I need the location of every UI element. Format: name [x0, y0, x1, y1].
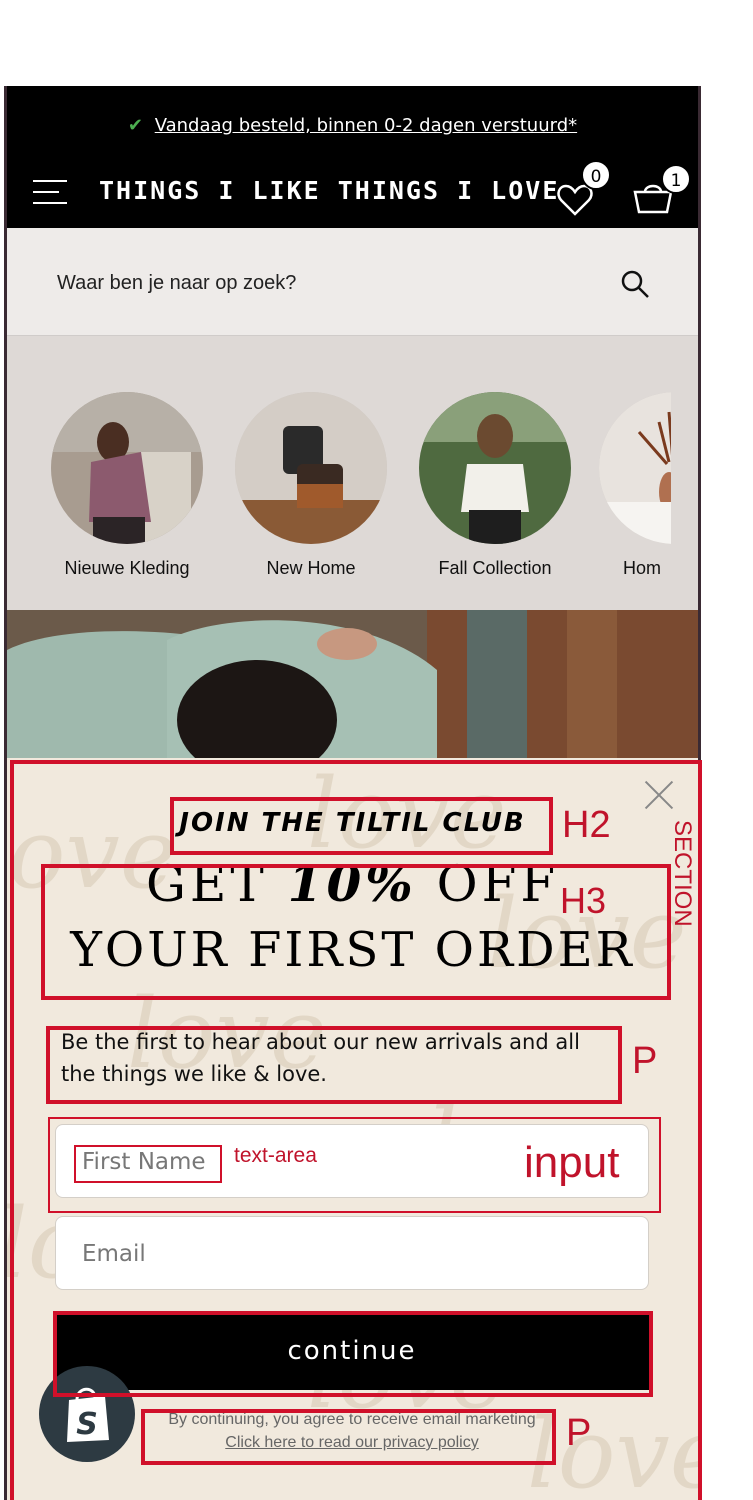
site-logo[interactable]: THINGS I LIKE THINGS I LOVE	[99, 176, 559, 205]
hero-image	[7, 610, 698, 770]
category-item[interactable]: New Home	[231, 392, 391, 579]
annotation-section-label: SECTION	[669, 820, 696, 927]
annotation-p1-label: P	[632, 1040, 658, 1082]
category-label: New Home	[266, 558, 356, 578]
site-header: THINGS I LIKE THINGS I LOVE 0 1	[7, 160, 698, 228]
checkmark-icon: ✔	[127, 115, 143, 136]
cart-button[interactable]: 1	[627, 164, 693, 216]
search-input[interactable]: Waar ben je naar op zoek?	[57, 272, 296, 295]
category-item[interactable]: Fall Collection	[415, 392, 575, 579]
category-image	[599, 392, 671, 544]
annotation-p1-box	[46, 1026, 622, 1104]
category-item[interactable]: Hom	[599, 392, 671, 579]
category-image	[51, 392, 203, 544]
menu-icon[interactable]	[33, 180, 67, 204]
announcement-link[interactable]: Vandaag besteld, binnen 0-2 dagen verstu…	[155, 115, 577, 136]
annotation-cta-box	[53, 1311, 653, 1397]
category-label: Hom	[623, 558, 662, 578]
category-carousel: Nieuwe Kleding New Home Fall Collection …	[7, 336, 698, 610]
annotation-h2-box	[170, 797, 553, 855]
annotation-textarea-box	[74, 1145, 222, 1183]
annotation-textarea-label: text-area	[234, 1144, 317, 1167]
annotation-p2-box	[141, 1409, 556, 1465]
cart-count-badge: 1	[661, 164, 691, 194]
category-label: Fall Collection	[438, 558, 552, 578]
search-icon[interactable]	[619, 268, 651, 300]
page: ✔ Vandaag besteld, binnen 0-2 dagen vers…	[0, 0, 753, 1500]
wishlist-count-badge: 0	[581, 160, 611, 190]
wishlist-button[interactable]: 0	[551, 160, 611, 216]
annotation-p2-label: P	[566, 1412, 592, 1454]
category-item[interactable]: Nieuwe Kleding	[47, 392, 207, 579]
annotation-input-label: input	[524, 1138, 620, 1187]
annotation-h2-label: H2	[562, 804, 611, 846]
search-bar[interactable]: Waar ben je naar op zoek?	[7, 228, 698, 336]
announcement-bar: ✔ Vandaag besteld, binnen 0-2 dagen vers…	[7, 86, 698, 170]
category-label: Nieuwe Kleding	[64, 558, 190, 578]
annotation-h3-label: H3	[560, 880, 607, 921]
category-image	[419, 392, 571, 544]
category-image	[235, 392, 387, 544]
